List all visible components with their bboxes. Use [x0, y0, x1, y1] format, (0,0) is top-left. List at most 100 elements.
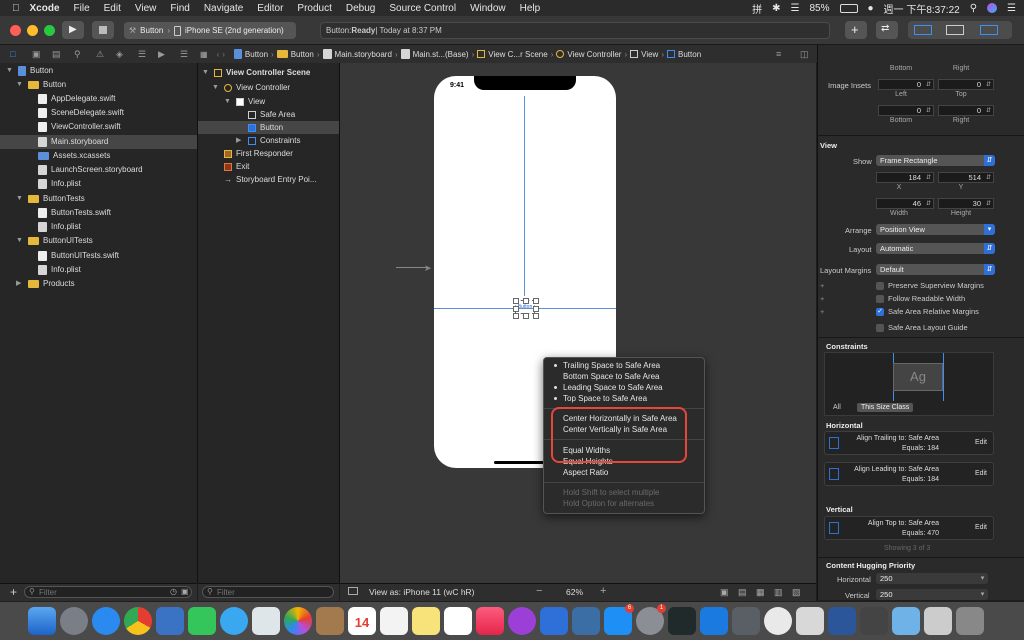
update-frames-icon[interactable]: ▣	[720, 587, 729, 598]
symbol-navigator-icon[interactable]: ▤	[52, 49, 61, 60]
disclosure-closed-icon[interactable]: ▶	[236, 134, 244, 148]
outline-filter-input[interactable]	[202, 586, 334, 598]
photos-icon[interactable]	[284, 607, 312, 635]
image-inset-right-field[interactable]: 0 ⇵	[938, 105, 994, 116]
disclosure-open-icon[interactable]: ▼	[6, 64, 14, 78]
outline-item-scene[interactable]: ▼ View Controller Scene	[202, 66, 310, 80]
embed-in-icon[interactable]: ▤	[738, 587, 747, 598]
clock[interactable]: 週一 下午8:37:22	[884, 1, 960, 16]
frame-x-field[interactable]: 184 ⇵	[876, 172, 934, 183]
layout-popup[interactable]: Automatic ⇵	[876, 243, 995, 254]
resize-handle[interactable]	[513, 306, 519, 312]
menu-view[interactable]: View	[135, 3, 157, 14]
zoom-level[interactable]: 62%	[566, 587, 583, 597]
outline-item-safe-area[interactable]: Safe Area	[248, 108, 295, 122]
nav-item-button-folder[interactable]: ▼ Button	[16, 78, 66, 92]
outline-item-button[interactable]: Button	[248, 121, 283, 135]
safe-area-layout-guide-checkbox[interactable]	[876, 324, 884, 332]
stepper-icon[interactable]: ⇵	[926, 200, 931, 209]
stepper-icon[interactable]: ⇵	[926, 174, 931, 183]
app-store-icon[interactable]: 6	[604, 604, 634, 635]
maps-icon[interactable]	[252, 607, 280, 635]
source-control-navigator-icon[interactable]: ▣	[32, 49, 41, 60]
follow-readable-width-checkbox[interactable]	[876, 295, 884, 303]
resize-handle[interactable]	[533, 313, 539, 319]
menu-source-control[interactable]: Source Control	[389, 3, 456, 14]
menu-window[interactable]: Window	[470, 3, 506, 14]
spotlight-icon[interactable]: ⚲	[970, 3, 977, 14]
editor-options-icon[interactable]: ≡	[776, 49, 781, 59]
frame-width-field[interactable]: 46 ⇵	[876, 198, 934, 209]
scm-filter-icon[interactable]: ▣	[181, 587, 189, 596]
nav-item-appdelegate[interactable]: AppDelegate.swift	[38, 92, 115, 106]
nav-item-launchscreen[interactable]: LaunchScreen.storyboard	[38, 163, 143, 177]
menu-help[interactable]: Help	[520, 3, 541, 14]
stepper-icon[interactable]: ⇵	[986, 81, 991, 90]
safe-area-relative-margins-checkbox[interactable]: ✓	[876, 308, 884, 316]
nav-item-info-plist[interactable]: Info.plist	[38, 177, 81, 191]
navigator-filter-input[interactable]	[24, 586, 192, 598]
tab-this-size-class[interactable]: This Size Class	[857, 403, 914, 412]
constraint-top[interactable]: Align Top to: Safe Area Equals: 470 Edit	[824, 516, 994, 540]
code-review-button[interactable]: ⇄	[876, 21, 898, 39]
reminders-icon[interactable]	[380, 607, 408, 635]
nav-item-buttonuitests-swift[interactable]: ButtonUITests.swift	[38, 249, 119, 263]
plus-icon[interactable]: +	[820, 294, 824, 303]
plus-icon[interactable]: +	[820, 281, 824, 290]
outline-toggle-icon[interactable]	[348, 587, 358, 595]
jump-item-3[interactable]: Main.storyboard	[335, 50, 392, 59]
outline-item-view[interactable]: ▼ View	[224, 95, 265, 109]
menu-debug[interactable]: Debug	[346, 3, 375, 14]
terminal-icon[interactable]	[860, 607, 888, 635]
add-icon[interactable]: +	[10, 585, 17, 599]
battery-icon[interactable]	[839, 3, 858, 13]
forward-icon[interactable]: ›	[222, 50, 225, 59]
frame-height-field[interactable]: 30 ⇵	[938, 198, 994, 209]
jump-item-2[interactable]: Button	[291, 50, 314, 59]
nav-item-buttonuitests-folder[interactable]: ▼ ButtonUITests	[16, 234, 93, 248]
zoom-window-button[interactable]	[44, 25, 55, 36]
messages-icon[interactable]	[220, 607, 248, 635]
nav-item-assets[interactable]: Assets.xcassets	[38, 149, 110, 163]
related-items-icon[interactable]: ▦	[200, 50, 208, 59]
stepper-icon[interactable]: ⇵	[986, 174, 991, 183]
instruments-icon[interactable]	[732, 607, 760, 635]
xcode-icon[interactable]	[700, 607, 728, 635]
battery-percent[interactable]: 85%	[809, 3, 829, 14]
trash-icon[interactable]	[956, 607, 984, 635]
nav-item-buttontests-folder[interactable]: ▼ ButtonTests	[16, 192, 85, 206]
activity-monitor-icon[interactable]	[668, 607, 696, 635]
test-navigator-icon[interactable]: ◈	[116, 49, 123, 60]
outline-item-entry-point[interactable]: → Storyboard Entry Poi...	[224, 173, 316, 187]
preview-icon[interactable]	[156, 607, 184, 635]
contacts-icon[interactable]	[316, 607, 344, 635]
project-navigator-icon[interactable]: □	[10, 49, 15, 59]
podcasts-icon[interactable]	[508, 607, 536, 635]
nav-item-products-folder[interactable]: ▶ Products	[16, 277, 75, 291]
image-inset-top-field[interactable]: 0 ⇵	[938, 79, 994, 90]
keynote-slide-icon[interactable]	[444, 607, 472, 635]
nav-item-buttontests-swift[interactable]: ButtonTests.swift	[38, 206, 111, 220]
disclosure-open-icon[interactable]: ▼	[16, 78, 24, 92]
jump-item-5[interactable]: View C...r Scene	[488, 50, 547, 59]
menu-find[interactable]: Find	[170, 3, 189, 14]
resize-handle[interactable]	[523, 313, 529, 319]
stepper-icon[interactable]: ⇵	[926, 107, 931, 116]
run-button[interactable]: ▶	[62, 21, 84, 39]
keynote-icon[interactable]	[572, 607, 600, 635]
stepper-icon[interactable]: ⇵	[986, 107, 991, 116]
utility-icon[interactable]	[796, 607, 824, 635]
bluetooth-icon[interactable]: ✱	[772, 3, 780, 14]
menu-app-name[interactable]: Xcode	[30, 3, 60, 14]
simulator-icon[interactable]	[764, 607, 792, 635]
zoom-in-icon[interactable]: +	[600, 585, 606, 597]
constraint-leading[interactable]: Align Leading to: Safe Area Equals: 184 Ed…	[824, 462, 994, 486]
launchpad-icon[interactable]	[60, 607, 88, 635]
siri-icon[interactable]	[987, 3, 998, 13]
menu-item-aspect-ratio[interactable]: Aspect Ratio	[563, 467, 608, 478]
jump-item-1[interactable]: Button	[245, 50, 268, 59]
outline-item-view-controller[interactable]: ▼ View Controller	[212, 81, 290, 95]
jump-item-6[interactable]: View Controller	[567, 50, 621, 59]
stack-folder-icon[interactable]	[924, 607, 952, 635]
jump-item-4[interactable]: Main.st...(Base)	[413, 50, 469, 59]
